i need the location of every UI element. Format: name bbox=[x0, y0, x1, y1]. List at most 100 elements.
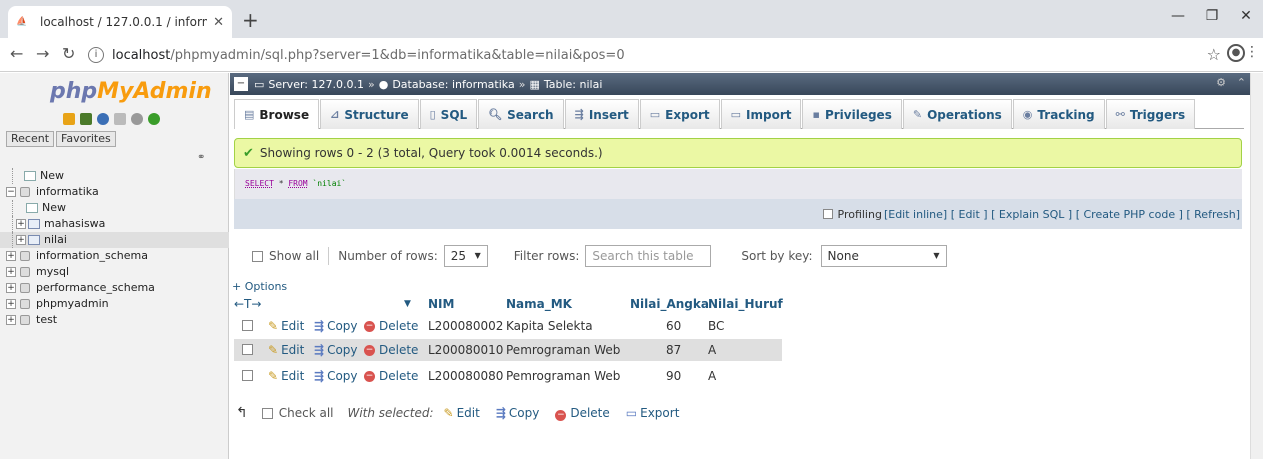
tree-item-information-schema[interactable]: + information_schema bbox=[0, 248, 229, 264]
logout-icon[interactable] bbox=[80, 113, 92, 125]
bulk-export-button[interactable]: ▭ Export bbox=[626, 406, 680, 420]
show-all-checkbox[interactable] bbox=[252, 250, 263, 262]
home-icon[interactable] bbox=[63, 113, 75, 125]
maximize-button[interactable]: ❐ bbox=[1197, 8, 1227, 24]
bulk-edit-button[interactable]: ✎ Edit bbox=[444, 406, 480, 420]
cell-nama-mk[interactable]: Pemrograman Web bbox=[506, 343, 620, 357]
reload-nav-icon[interactable] bbox=[148, 113, 160, 125]
tab-import[interactable]: ▭ Import bbox=[720, 99, 802, 129]
close-window-button[interactable]: ✕ bbox=[1231, 8, 1261, 24]
check-all-checkbox[interactable] bbox=[261, 407, 273, 419]
expand-icon[interactable]: + bbox=[16, 219, 26, 229]
cell-nilai-huruf[interactable]: A bbox=[708, 343, 716, 357]
expand-icon[interactable]: + bbox=[6, 267, 16, 277]
collapse-icon[interactable]: − bbox=[6, 187, 16, 197]
bookmark-star-icon[interactable]: ☆ bbox=[1207, 45, 1221, 64]
copy-button[interactable]: ⇶ Copy bbox=[314, 369, 358, 383]
docs-icon[interactable] bbox=[114, 113, 126, 125]
expand-icon[interactable]: + bbox=[6, 315, 16, 325]
site-info-icon[interactable]: i bbox=[88, 47, 104, 63]
tab-sql[interactable]: ▯ SQL bbox=[419, 99, 478, 129]
tree-item-new[interactable]: New bbox=[0, 168, 229, 184]
tree-item-nilai[interactable]: + nilai bbox=[0, 232, 229, 248]
column-arrows[interactable]: ←T→ bbox=[234, 297, 261, 311]
main-scrollbar[interactable] bbox=[1250, 73, 1263, 459]
cell-nama-mk[interactable]: Kapita Selekta bbox=[506, 319, 593, 333]
phpmyadmin-logo[interactable]: phpMyAdmin bbox=[50, 79, 212, 104]
tab-tracking[interactable]: ◉ Tracking bbox=[1012, 99, 1105, 129]
browser-tab[interactable]: ⛵ localhost / 127.0.0.1 / informatika ✕ bbox=[8, 6, 232, 38]
cell-nilai-huruf[interactable]: A bbox=[708, 369, 716, 383]
tab-insert[interactable]: ⇶ Insert bbox=[564, 99, 639, 129]
copy-button[interactable]: ⇶ Copy bbox=[314, 343, 358, 357]
column-header-nim[interactable]: NIM bbox=[428, 297, 454, 311]
expand-icon[interactable]: + bbox=[6, 299, 16, 309]
row-checkbox[interactable] bbox=[242, 320, 253, 331]
help-icon[interactable] bbox=[97, 113, 109, 125]
tab-browse[interactable]: ▤ Browse bbox=[234, 99, 320, 129]
cell-nilai-angka[interactable]: 60 bbox=[666, 319, 681, 333]
sort-by-key-select[interactable]: None ▼ bbox=[820, 245, 947, 267]
sql-query-box[interactable]: SELECT * FROM `nilai` bbox=[234, 169, 1242, 199]
close-tab-icon[interactable]: ✕ bbox=[213, 15, 224, 30]
back-icon[interactable]: ← bbox=[10, 44, 23, 63]
forward-icon[interactable]: → bbox=[36, 44, 49, 63]
tab-operations[interactable]: ✎ Operations bbox=[902, 99, 1012, 129]
collapse-icon[interactable]: ⌃ bbox=[1237, 76, 1246, 89]
browser-menu-icon[interactable]: ⋮ bbox=[1245, 44, 1259, 60]
gear-icon[interactable]: ⚙ bbox=[1216, 76, 1226, 89]
favorites-tab[interactable]: Favorites bbox=[56, 131, 116, 147]
minimize-button[interactable]: — bbox=[1163, 8, 1193, 24]
delete-button[interactable]: − Delete bbox=[364, 369, 418, 383]
tab-search[interactable]: 🔍︎ Search bbox=[478, 99, 564, 129]
sort-menu-icon[interactable]: ▼ bbox=[404, 299, 411, 309]
cell-nim[interactable]: L200080010 bbox=[428, 343, 503, 357]
expand-icon[interactable]: + bbox=[16, 235, 26, 245]
expand-icon[interactable]: + bbox=[6, 283, 16, 293]
delete-button[interactable]: − Delete bbox=[364, 343, 418, 357]
cell-nama-mk[interactable]: Pemrograman Web bbox=[506, 369, 620, 383]
row-checkbox[interactable] bbox=[242, 370, 253, 381]
cell-nim[interactable]: L200080080 bbox=[428, 369, 503, 383]
tab-export[interactable]: ▭ Export bbox=[639, 99, 720, 129]
column-header-nama-mk[interactable]: Nama_MK bbox=[506, 297, 572, 311]
check-all-label[interactable]: Check all bbox=[279, 406, 334, 420]
cell-nim[interactable]: L200080002 bbox=[428, 319, 503, 333]
tree-item-new-table[interactable]: New bbox=[0, 200, 229, 216]
num-rows-select[interactable]: 25 ▼ bbox=[443, 245, 488, 267]
row-checkbox[interactable] bbox=[242, 344, 253, 355]
edit-button[interactable]: ✎ Edit bbox=[268, 343, 304, 357]
new-tab-button[interactable]: + bbox=[242, 8, 259, 32]
tree-item-mahasiswa[interactable]: + mahasiswa bbox=[0, 216, 229, 232]
recent-tab[interactable]: Recent bbox=[6, 131, 55, 147]
breadcrumb-table[interactable]: Table: nilai bbox=[544, 78, 603, 91]
tree-item-test[interactable]: + test bbox=[0, 312, 229, 328]
copy-button[interactable]: ⇶ Copy bbox=[314, 319, 358, 333]
cell-nilai-huruf[interactable]: BC bbox=[708, 319, 724, 333]
column-header-nilai-angka[interactable]: Nilai_Angka bbox=[630, 297, 709, 311]
tree-item-informatika[interactable]: − informatika bbox=[0, 184, 229, 200]
reload-icon[interactable]: ↻ bbox=[62, 44, 75, 63]
breadcrumb-server[interactable]: Server: 127.0.0.1 bbox=[268, 78, 364, 91]
expand-icon[interactable]: + bbox=[6, 251, 16, 261]
tab-triggers[interactable]: ⚯ Triggers bbox=[1105, 99, 1196, 129]
options-link[interactable]: + Options bbox=[232, 280, 287, 293]
tab-structure[interactable]: ⊿ Structure bbox=[320, 99, 419, 129]
delete-button[interactable]: − Delete bbox=[364, 319, 418, 333]
collapse-nav-icon[interactable]: − bbox=[234, 77, 248, 91]
bulk-delete-button[interactable]: − Delete bbox=[555, 406, 610, 421]
bulk-copy-button[interactable]: ⇶ Copy bbox=[496, 406, 540, 420]
edit-button[interactable]: ✎ Edit bbox=[268, 369, 304, 383]
tree-item-mysql[interactable]: + mysql bbox=[0, 264, 229, 280]
tab-privileges[interactable]: ▪ Privileges bbox=[802, 99, 902, 129]
breadcrumb-database[interactable]: Database: informatika bbox=[392, 78, 514, 91]
address-bar[interactable]: i localhost /phpmyadmin/sql.php?server=1… bbox=[88, 42, 1208, 68]
link-icon[interactable]: ⚭ bbox=[197, 152, 205, 163]
column-header-nilai-huruf[interactable]: Nilai_Huruf bbox=[708, 297, 783, 311]
account-icon[interactable]: ● bbox=[1227, 44, 1245, 62]
edit-button[interactable]: ✎ Edit bbox=[268, 319, 304, 333]
cell-nilai-angka[interactable]: 90 bbox=[666, 369, 681, 383]
filter-rows-input[interactable]: Search this table bbox=[585, 245, 712, 267]
tree-item-performance-schema[interactable]: + performance_schema bbox=[0, 280, 229, 296]
tree-item-phpmyadmin[interactable]: + phpmyadmin bbox=[0, 296, 229, 312]
